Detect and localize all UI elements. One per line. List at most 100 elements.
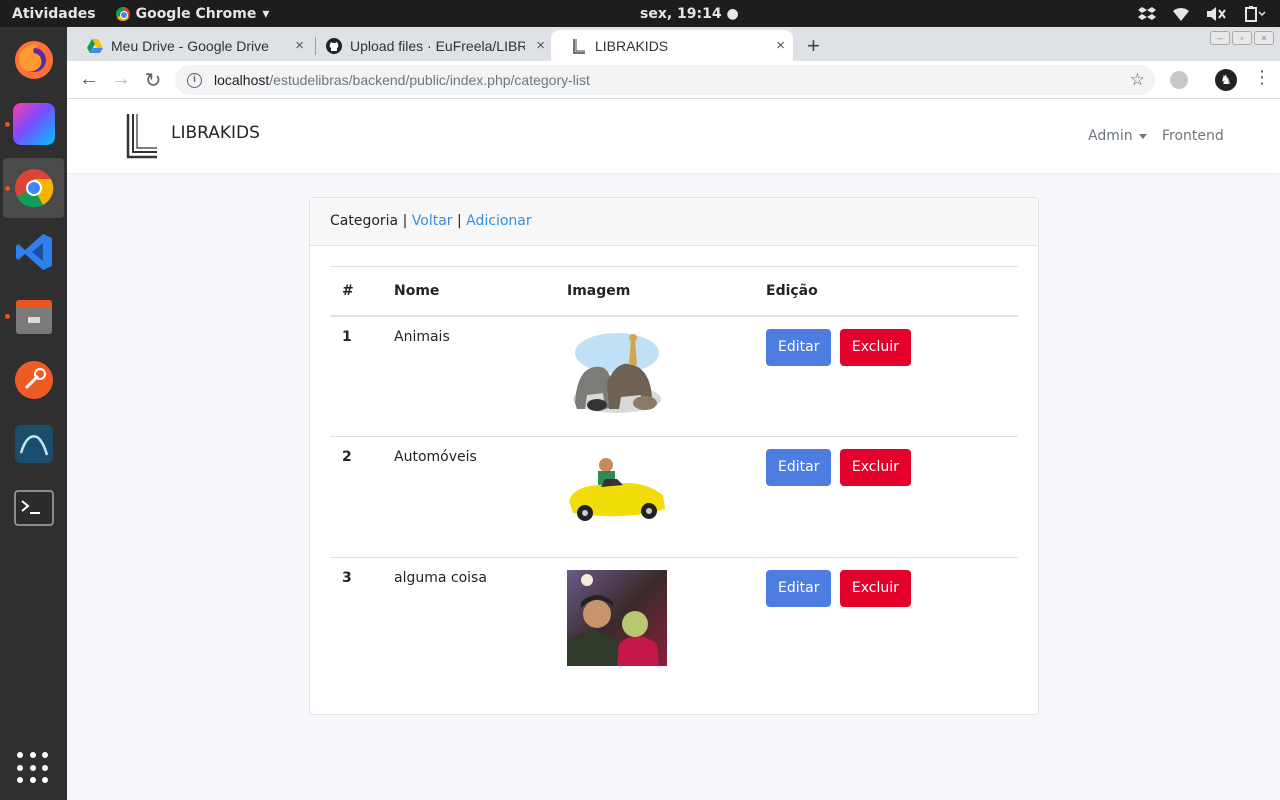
category-card: Categoria | Voltar | Adicionar # Nome Im… [309, 197, 1039, 715]
volume-icon[interactable] [1206, 6, 1228, 22]
close-icon[interactable]: × [536, 37, 545, 54]
table-row: 2 Automóveis Editar Excluir [330, 436, 1018, 558]
toy-car-photo [567, 449, 667, 545]
system-tray[interactable] [1138, 5, 1266, 22]
column-header-image: Imagem [555, 266, 754, 317]
tab-github[interactable]: Upload files · EuFreela/LIBRAKIDS × [306, 30, 553, 61]
row-actions: Editar Excluir [754, 436, 1018, 558]
dock-mysql-workbench[interactable] [3, 414, 64, 474]
app-menu-label: Google Chrome [135, 5, 257, 22]
back-link[interactable]: Voltar [412, 213, 453, 229]
dock [0, 27, 67, 800]
files-icon [15, 300, 52, 334]
brand-name[interactable]: LIBRAKIDS [171, 123, 260, 143]
site-info-icon[interactable]: i [187, 72, 202, 88]
table-row: 3 alguma coisa Editar Excluir [330, 557, 1018, 679]
running-indicator [5, 122, 10, 127]
chrome-icon [14, 169, 53, 208]
librakids-logo-icon[interactable] [125, 113, 159, 159]
profile-avatar-icon[interactable]: ♞ [1215, 69, 1237, 91]
maximize-button[interactable]: ▫ [1232, 31, 1252, 45]
tab-label: LIBRAKIDS [595, 37, 669, 54]
category-table: # Nome Imagem Edição 1 Animais Editar Ex… [330, 266, 1018, 679]
reload-icon[interactable]: ↻ [141, 68, 165, 93]
column-header-name: Nome [382, 266, 555, 317]
row-image-cell [555, 436, 754, 558]
vscode-icon [15, 234, 52, 270]
dock-postman[interactable] [3, 350, 64, 410]
system-top-bar: Atividades Google Chrome ▾ sex, 19:14 ● [0, 0, 1280, 27]
web-page: LIBRAKIDS Admin Frontend Categoria | Vol… [67, 99, 1280, 800]
app-menu[interactable]: Google Chrome ▾ [115, 5, 270, 22]
row-image-cell [555, 316, 754, 437]
dock-app-2[interactable] [3, 94, 64, 154]
edit-button[interactable]: Editar [766, 449, 832, 486]
close-icon[interactable]: × [295, 37, 304, 54]
url-host: localhost [214, 72, 270, 88]
minimize-button[interactable]: – [1210, 31, 1230, 45]
running-indicator [5, 314, 10, 319]
row-id: 1 [342, 328, 352, 345]
dock-terminal[interactable] [3, 478, 64, 538]
back-arrow-icon[interactable]: ← [77, 68, 101, 91]
github-icon [326, 37, 342, 54]
row-image-cell [555, 557, 754, 679]
dock-chrome[interactable] [3, 158, 64, 218]
column-header-id: # [330, 266, 382, 317]
dock-files[interactable] [3, 286, 64, 346]
edit-button[interactable]: Editar [766, 328, 832, 366]
terminal-icon [13, 490, 54, 526]
add-link[interactable]: Adicionar [466, 213, 531, 229]
row-name: Animais [394, 328, 450, 345]
forward-arrow-icon[interactable]: → [109, 68, 133, 91]
dropbox-icon[interactable] [1138, 6, 1156, 22]
show-applications-button[interactable] [17, 752, 49, 784]
chrome-icon [115, 6, 130, 21]
activities-button[interactable]: Atividades [12, 6, 96, 22]
card-header: Categoria | Voltar | Adicionar [310, 198, 1038, 246]
column-header-edit: Edição [754, 266, 1018, 317]
tab-label: Meu Drive - Google Drive [111, 37, 269, 54]
url-path: /estudelibras/backend/public/index.php/c… [269, 72, 590, 88]
new-tab-button[interactable]: + [807, 33, 820, 59]
site-navbar: LIBRAKIDS Admin Frontend [67, 99, 1280, 173]
delete-button[interactable]: Excluir [839, 328, 911, 366]
tab-strip: Meu Drive - Google Drive × Upload files … [67, 27, 1280, 61]
firefox-icon [14, 41, 53, 79]
window-controls: – ▫ × [1210, 31, 1274, 45]
edit-button[interactable]: Editar [766, 570, 832, 607]
browser-menu-icon[interactable]: ⋮ [1253, 67, 1271, 88]
colorful-app-icon [12, 103, 55, 145]
row-actions: Editar Excluir [754, 557, 1018, 679]
table-header-row: # Nome Imagem Edição [330, 266, 1018, 317]
tab-librakids[interactable]: LIBRAKIDS × [551, 30, 793, 61]
google-drive-icon [87, 38, 103, 53]
close-window-button[interactable]: × [1254, 31, 1274, 45]
battery-icon[interactable] [1244, 5, 1266, 22]
postman-icon [14, 361, 53, 399]
extension-icon[interactable] [1170, 71, 1188, 89]
clock[interactable]: sex, 19:14 ● [640, 6, 739, 22]
delete-button[interactable]: Excluir [839, 570, 911, 607]
mysql-workbench-icon [14, 425, 53, 463]
admin-dropdown[interactable]: Admin [1088, 128, 1147, 144]
row-actions: Editar Excluir [754, 316, 1018, 437]
row-id: 2 [330, 436, 382, 558]
browser-toolbar: ← → ↻ i localhost/estudelibras/backend/p… [67, 61, 1280, 99]
tab-google-drive[interactable]: Meu Drive - Google Drive × [67, 30, 312, 61]
card-title: Categoria | [330, 213, 408, 229]
close-icon[interactable]: × [776, 37, 785, 54]
tab-label: Upload files · EuFreela/LIBRAKIDS [350, 37, 525, 54]
admin-label: Admin [1088, 128, 1133, 144]
dock-firefox[interactable] [3, 30, 64, 90]
bookmark-star-icon[interactable]: ☆ [1130, 70, 1145, 90]
row-name: alguma coisa [382, 557, 555, 679]
dock-vscode[interactable] [3, 222, 64, 282]
chevron-down-icon: ▾ [262, 5, 270, 22]
animals-photo [567, 328, 667, 425]
frontend-link[interactable]: Frontend [1162, 128, 1224, 144]
delete-button[interactable]: Excluir [839, 449, 911, 486]
separator: | [457, 213, 462, 229]
wifi-icon[interactable] [1172, 6, 1190, 22]
address-bar[interactable]: i localhost/estudelibras/backend/public/… [175, 65, 1155, 95]
